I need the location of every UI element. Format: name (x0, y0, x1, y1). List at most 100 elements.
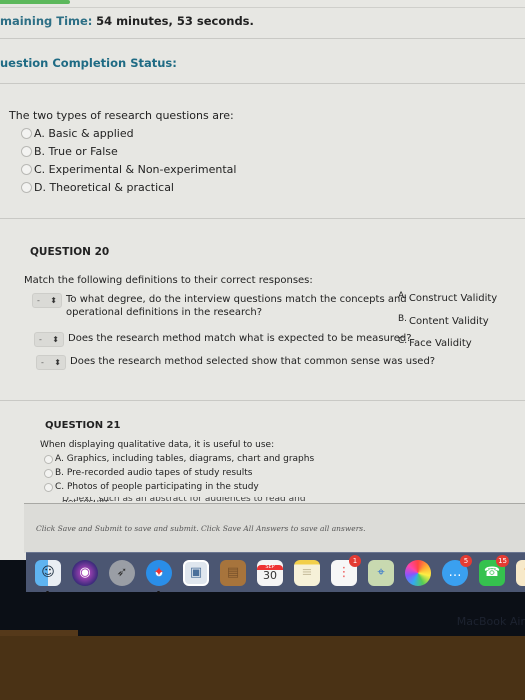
notification-badge: 1 (349, 554, 361, 567)
safari-compass-icon: ✦ (146, 559, 172, 586)
answer-option[interactable]: B. Pre-recorded audio tapes of study res… (40, 466, 314, 480)
question-20-header: QUESTION 20 (30, 246, 110, 258)
option-label: C. Photos of people participating in the… (55, 482, 259, 492)
progress-bar (0, 0, 70, 4)
radio-button[interactable] (21, 181, 32, 193)
answer-option[interactable]: A. Basic & applied (9, 124, 236, 142)
question-prompt: The two types of research questions are: (9, 109, 234, 122)
definition-line: operational definitions in the research? (66, 307, 263, 318)
match-answer: B. Content Validity (398, 314, 489, 327)
definition-line: To what degree, do the interview questio… (66, 294, 407, 305)
option-label: B. True or False (34, 144, 118, 158)
siri-icon: ◉ (72, 559, 98, 586)
match-definition: Does the research method match what is e… (68, 333, 412, 344)
browser-content: maining Time: 54 minutes, 53 seconds. ue… (0, 0, 525, 560)
answer-text: Construct Validity (408, 293, 498, 304)
dock: ☺ ◉ ➶ ✦ ▣ ▤ SEP 30 ≡ ⋮ 1 ⌖ … 5 ☎ 15 (26, 552, 525, 594)
answer-option[interactable]: C. Experimental & Non-experimental (9, 160, 236, 178)
calendar-day: 30 (263, 569, 277, 582)
option-label: C. Experimental & Non-experimental (34, 162, 237, 176)
dock-contacts[interactable]: ▤ (217, 558, 249, 588)
answer-option[interactable]: B. True or False (9, 142, 236, 160)
remaining-time-value: 54 minutes, 53 seconds. (96, 14, 254, 28)
question-completion-status: uestion Completion Status: (0, 56, 177, 70)
answer-letter: B. (398, 314, 408, 324)
match-row: - ⬍ Does the research method selected sh… (36, 355, 435, 370)
answer-letter: A. (398, 291, 407, 301)
match-select[interactable]: - ⬍ (34, 332, 64, 347)
option-label: A. Basic & applied (34, 126, 134, 140)
match-row: - ⬍ To what degree, do the interview que… (32, 293, 407, 319)
pages-icon: ✎ (516, 559, 525, 586)
launchpad-rocket-icon: ➶ (109, 559, 135, 586)
calendar-icon: SEP 30 (257, 559, 283, 586)
question-21: When displaying qualitative data, it is … (40, 440, 314, 494)
question-prompt: When displaying qualitative data, it is … (40, 440, 275, 450)
notes-icon: ≡ (294, 559, 320, 586)
select-value: - (39, 335, 42, 344)
divider (0, 218, 525, 219)
dock-safari[interactable]: ✦ (143, 558, 175, 594)
dock-launchpad[interactable]: ➶ (106, 558, 138, 588)
notification-badge: 5 (460, 554, 472, 567)
match-definition: Does the research method selected show t… (70, 356, 436, 367)
answer-option[interactable]: D. Theoretical & practical (9, 178, 236, 196)
running-indicator (46, 590, 49, 594)
dock-maps[interactable]: ⌖ (365, 558, 397, 588)
radio-button[interactable] (44, 482, 53, 492)
remaining-time: maining Time: 54 minutes, 53 seconds. (0, 14, 254, 28)
radio-button[interactable] (44, 468, 53, 478)
maps-icon: ⌖ (368, 559, 394, 586)
option-label: A. Graphics, including tables, diagrams,… (55, 454, 315, 464)
match-definition: To what degree, do the interview questio… (66, 293, 407, 319)
dock-calendar[interactable]: SEP 30 (254, 558, 286, 588)
dock-pages[interactable]: ✎ (513, 558, 525, 588)
radio-button[interactable] (21, 127, 32, 139)
match-answer: C. Face Validity (398, 336, 472, 349)
answer-option[interactable]: A. Graphics, including tables, diagrams,… (40, 452, 314, 466)
answer-text: Face Validity (409, 338, 472, 349)
match-row: - ⬍ Does the research method match what … (34, 332, 412, 347)
dock-notes[interactable]: ≡ (291, 558, 323, 588)
match-select[interactable]: - ⬍ (32, 293, 62, 308)
dock-reminders[interactable]: ⋮ 1 (328, 554, 361, 588)
running-indicator (157, 590, 160, 594)
option-label: D. Theoretical & practical (34, 180, 174, 194)
dock-facetime[interactable]: ☎ 15 (476, 554, 509, 588)
divider (0, 83, 525, 84)
dock-finder[interactable]: ☺ (32, 558, 64, 594)
updown-arrows-icon: ⬍ (54, 357, 61, 367)
radio-button[interactable] (21, 145, 32, 157)
question-prompt: Match the following definitions to their… (24, 275, 313, 286)
match-answer: A. Construct Validity (398, 291, 497, 304)
submit-instructions-bar: Click Save and Submit to save and submit… (24, 503, 525, 553)
radio-button[interactable] (21, 163, 32, 175)
answer-text: Content Validity (409, 316, 489, 327)
submit-instructions: Click Save and Submit to save and submit… (36, 524, 366, 533)
desk-surface (0, 636, 525, 700)
finder-icon: ☺ (35, 559, 61, 586)
option-label: B. Pre-recorded audio tapes of study res… (55, 468, 253, 478)
dock-preview[interactable]: ▣ (180, 558, 212, 588)
answer-option-partially-hidden[interactable]: D. Text, such as an abstract for audienc… (62, 497, 322, 502)
answer-letter: C. (398, 336, 408, 346)
updown-arrows-icon: ⬍ (50, 295, 57, 305)
answer-option[interactable]: C. Photos of people participating in the… (40, 480, 314, 494)
divider (0, 400, 525, 401)
match-select[interactable]: - ⬍ (36, 355, 66, 370)
question-21-header: QUESTION 21 (45, 420, 121, 431)
macbook-air-bezel-label: MacBook Air (456, 615, 525, 628)
select-value: - (41, 358, 44, 367)
updown-arrows-icon: ⬍ (52, 334, 59, 344)
remaining-time-label: maining Time: (0, 14, 93, 28)
photos-flower-icon (405, 559, 431, 586)
dock-siri[interactable]: ◉ (69, 558, 101, 588)
select-value: - (37, 296, 40, 305)
dock-messages[interactable]: … 5 (439, 554, 472, 588)
question-19: The two types of research questions are:… (9, 109, 236, 196)
notification-badge: 15 (496, 554, 509, 567)
preview-icon: ▣ (183, 559, 209, 586)
radio-button[interactable] (44, 454, 53, 464)
contacts-book-icon: ▤ (220, 559, 246, 586)
dock-photos[interactable] (402, 558, 434, 588)
